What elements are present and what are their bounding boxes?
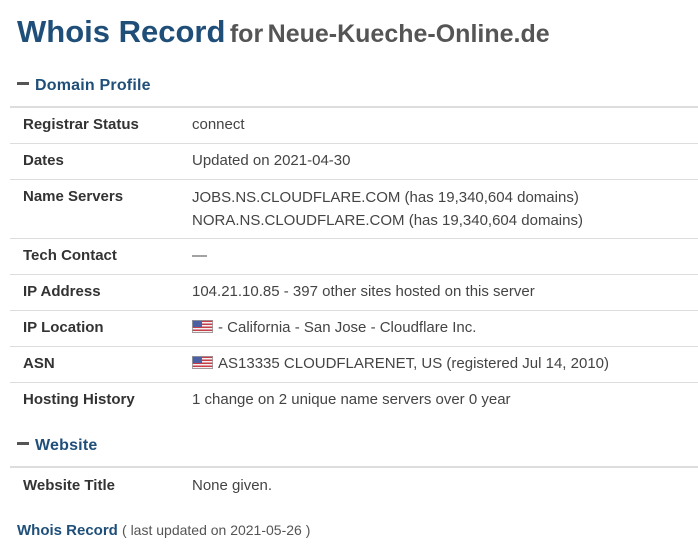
- name-servers-label: Name Servers: [23, 187, 124, 205]
- ip-location-value: - California - San Jose - Cloudflare Inc…: [218, 318, 477, 336]
- table-row: IP Address 104.21.10.85 - 397 other site…: [10, 274, 698, 310]
- footer: Whois Record ( last updated on 2021-05-2…: [17, 522, 310, 539]
- name-servers-value: JOBS.NS.CLOUDFLARE.COM (has 19,340,604 d…: [192, 179, 698, 238]
- asn-label: ASN: [23, 354, 55, 372]
- dates-value: Updated on 2021-04-30: [192, 151, 351, 169]
- ip-address-value[interactable]: 104.21.10.85 - 397 other sites hosted on…: [192, 274, 698, 310]
- hosting-history-label: Hosting History: [23, 390, 135, 408]
- website-title-label: Website Title: [23, 477, 115, 494]
- website-table: Website Title None given.: [10, 466, 698, 503]
- whois-page: Whois Record for Neue-Kueche-Online.de D…: [0, 0, 698, 552]
- asn-cell: AS13335 CLOUDFLARENET, US (registered Ju…: [192, 346, 698, 382]
- collapse-icon: [17, 82, 29, 86]
- website-toggle[interactable]: Website: [17, 437, 97, 455]
- website-title-value: None given.: [192, 477, 273, 494]
- asn-value: AS13335 CLOUDFLARENET, US (registered Ju…: [218, 354, 610, 372]
- tech-contact-label: Tech Contact: [23, 246, 117, 264]
- table-row: IP Location - California - San Jose - Cl…: [10, 310, 698, 346]
- ip-location-label: IP Location: [23, 318, 104, 336]
- registrar-status-label: Registrar Status: [23, 116, 139, 133]
- page-title: Whois Record for Neue-Kueche-Online.de: [17, 14, 550, 50]
- whois-record-link[interactable]: Whois Record: [17, 522, 118, 539]
- tech-contact-value: —: [192, 246, 207, 264]
- ip-location-cell: - California - San Jose - Cloudflare Inc…: [192, 310, 698, 346]
- table-row: Tech Contact —: [10, 238, 698, 274]
- page-title-for: for: [229, 20, 264, 48]
- table-row: Dates Updated on 2021-04-30: [10, 143, 698, 179]
- name-server-2[interactable]: NORA.NS.CLOUDFLARE.COM (has 19,340,604 d…: [192, 208, 698, 233]
- domain-profile-table: Registrar Status connect Dates Updated o…: [10, 106, 698, 418]
- domain-profile-toggle[interactable]: Domain Profile: [17, 77, 151, 95]
- page-title-domain: Neue-Kueche-Online.de: [267, 20, 550, 48]
- ip-address-label: IP Address: [23, 282, 101, 300]
- domain-profile-heading: Domain Profile: [35, 77, 151, 94]
- website-heading: Website: [35, 437, 98, 454]
- table-row: Hosting History 1 change on 2 unique nam…: [10, 382, 698, 418]
- table-row: ASN AS13335 CLOUDFLARENET, US (registere…: [10, 346, 698, 382]
- registrar-status-value: connect: [192, 116, 245, 133]
- dates-label: Dates: [23, 151, 64, 169]
- table-row: Registrar Status connect: [10, 107, 698, 143]
- hosting-history-value[interactable]: 1 change on 2 unique name servers over 0…: [192, 382, 698, 418]
- collapse-icon: [17, 442, 29, 446]
- page-title-main: Whois Record: [17, 14, 226, 49]
- us-flag-icon: [192, 356, 213, 370]
- us-flag-icon: [192, 320, 213, 334]
- table-row: Name Servers JOBS.NS.CLOUDFLARE.COM (has…: [10, 179, 698, 238]
- table-row: Website Title None given.: [10, 467, 698, 503]
- last-updated-text: ( last updated on 2021-05-26 ): [122, 522, 311, 538]
- name-server-1[interactable]: JOBS.NS.CLOUDFLARE.COM (has 19,340,604 d…: [192, 188, 698, 208]
